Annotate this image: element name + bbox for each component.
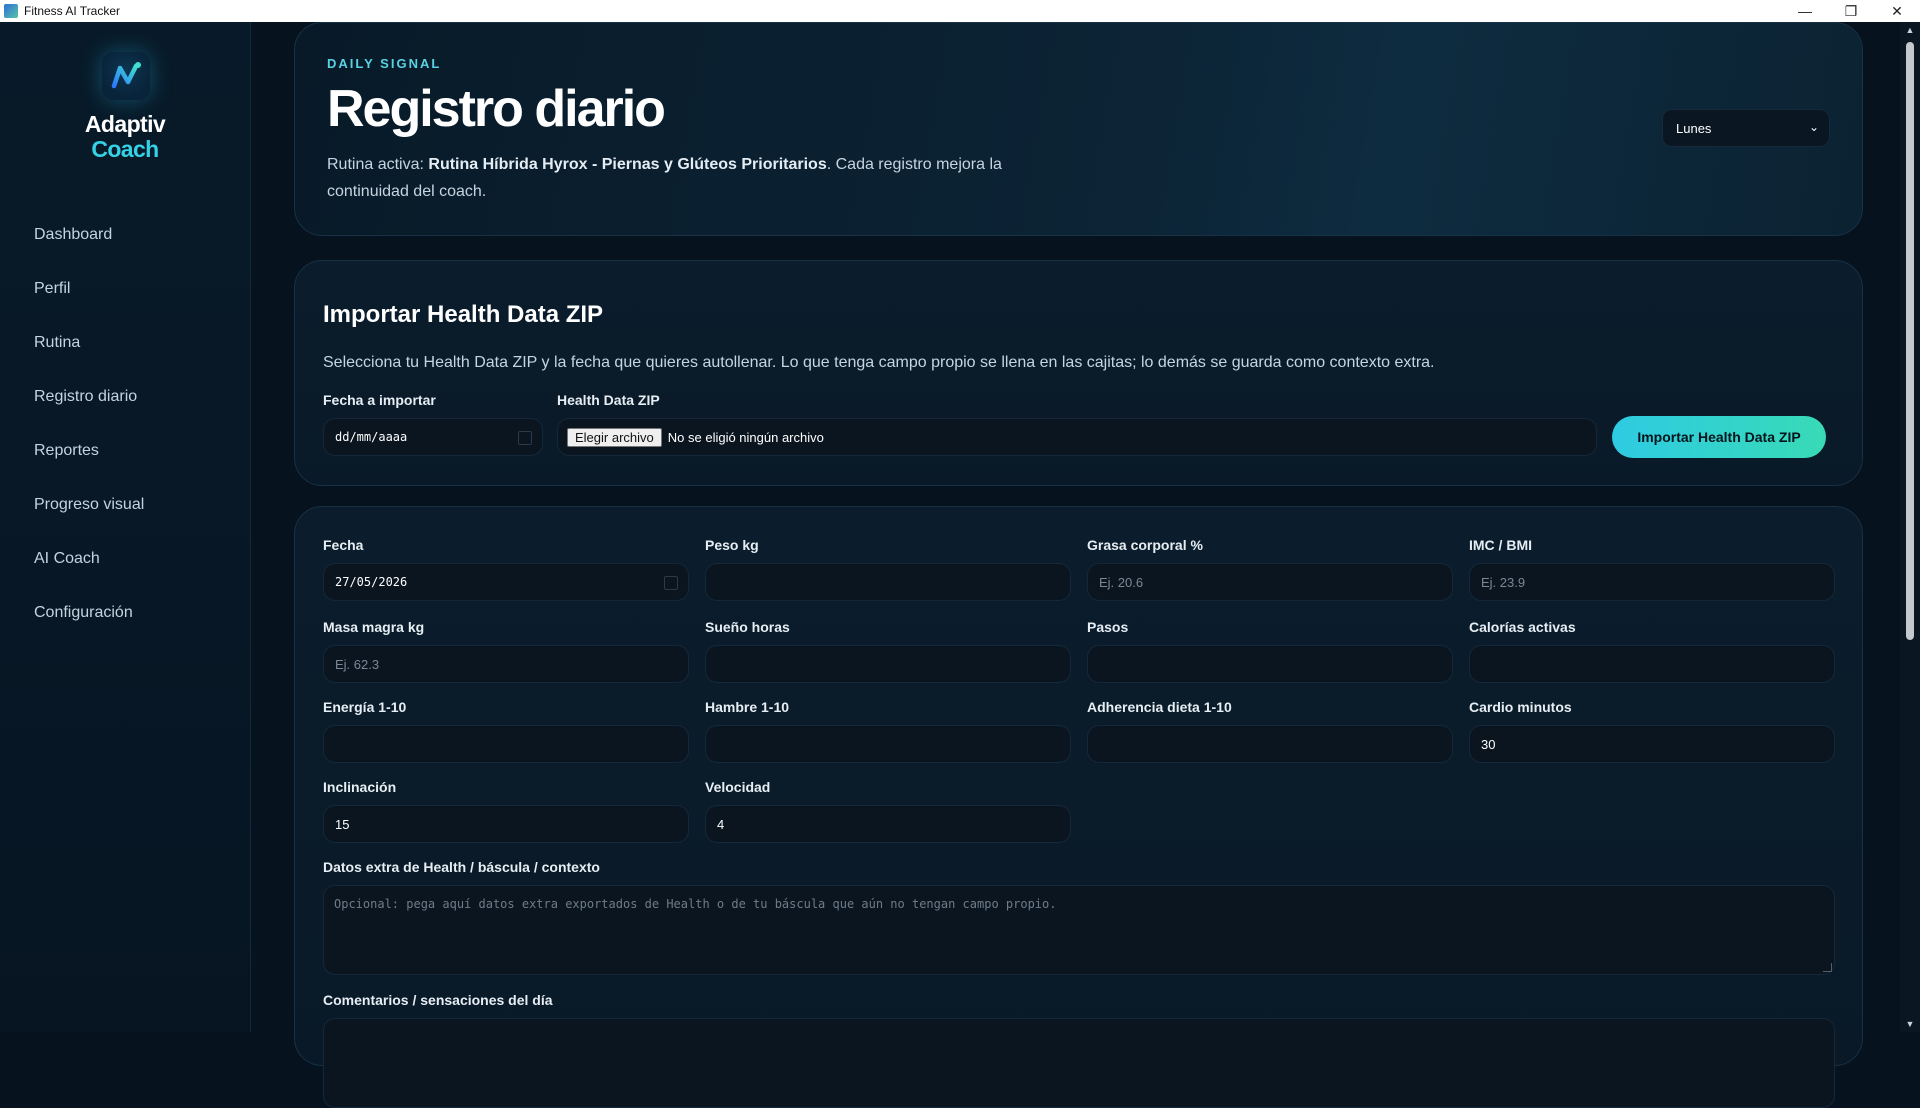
import-date-label: Fecha a importar (323, 392, 436, 408)
peso-label: Peso kg (705, 537, 759, 553)
sidebar-item-rutina[interactable]: Rutina (0, 316, 250, 370)
extra-label: Datos extra de Health / báscula / contex… (323, 859, 600, 875)
sidebar-item-perfil[interactable]: Perfil (0, 262, 250, 316)
daily-log-form: Fecha 27/05/2026 Peso kg Grasa corporal … (294, 506, 1863, 1108)
sidebar-item-ai-coach[interactable]: AI Coach (0, 532, 250, 586)
hero-description: Rutina activa: Rutina Híbrida Hyrox - Pi… (327, 151, 1007, 205)
zip-file-input[interactable]: Elegir archivo No se eligió ningún archi… (557, 418, 1597, 456)
import-zip-button[interactable]: Importar Health Data ZIP (1612, 416, 1826, 458)
grasa-input[interactable]: Ej. 20.6 (1087, 563, 1453, 601)
sueno-label: Sueño horas (705, 619, 790, 635)
page-title: Registro diario (327, 80, 666, 138)
file-status: No se eligió ningún archivo (667, 429, 824, 445)
import-subtitle: Selecciona tu Health Data ZIP y la fecha… (323, 354, 1435, 371)
inclinacion-label: Inclinación (323, 779, 397, 795)
masa-label: Masa magra kg (323, 619, 425, 635)
main-scrollbar[interactable]: ▲ ▼ (1900, 22, 1920, 1032)
comentarios-label: Comentarios / sensaciones del día (323, 992, 553, 1008)
day-select[interactable]: Lunes ⌄ (1662, 109, 1830, 147)
calorias-input[interactable] (1469, 645, 1835, 683)
peso-input[interactable] (705, 563, 1071, 601)
choose-file-button[interactable]: Elegir archivo (567, 427, 662, 447)
import-date-placeholder: dd/mm/aaaa (335, 430, 408, 444)
app-icon (4, 4, 18, 18)
cardio-label: Cardio minutos (1469, 699, 1572, 715)
velocidad-label: Velocidad (705, 779, 771, 795)
adherencia-input[interactable] (1087, 725, 1453, 763)
hero-eyebrow: DAILY SIGNAL (327, 56, 442, 71)
inclinacion-input[interactable]: 15 (323, 805, 689, 843)
fecha-label: Fecha (323, 537, 364, 553)
velocidad-input[interactable]: 4 (705, 805, 1071, 843)
imc-label: IMC / BMI (1469, 537, 1532, 553)
sidebar-nav: Dashboard Perfil Rutina Registro diario … (0, 208, 250, 640)
scroll-up-icon[interactable]: ▲ (1900, 22, 1920, 38)
sidebar: Adaptiv Coach Dashboard Perfil Rutina Re… (0, 22, 251, 1032)
scrollbar-thumb[interactable] (1906, 42, 1914, 640)
sidebar-item-reportes[interactable]: Reportes (0, 424, 250, 478)
adherencia-label: Adherencia dieta 1-10 (1087, 699, 1232, 715)
active-routine: Rutina Híbrida Hyrox - Piernas y Glúteos… (428, 156, 827, 173)
sidebar-item-registro-diario[interactable]: Registro diario (0, 370, 250, 424)
chevron-down-icon: ⌄ (1808, 120, 1819, 134)
resize-handle-icon[interactable] (1823, 963, 1832, 972)
hambre-label: Hambre 1-10 (705, 699, 790, 715)
desc-prefix: Rutina activa: (327, 156, 429, 173)
fecha-input[interactable]: 27/05/2026 (323, 563, 689, 601)
brand-line1: Adaptiv (84, 111, 166, 137)
sidebar-item-dashboard[interactable]: Dashboard (0, 208, 250, 262)
zip-label: Health Data ZIP (557, 392, 660, 408)
scroll-down-icon[interactable]: ▼ (1900, 1016, 1920, 1032)
energia-label: Energía 1-10 (323, 699, 407, 715)
energia-input[interactable] (323, 725, 689, 763)
extra-textarea[interactable]: Opcional: pega aquí datos extra exportad… (323, 885, 1835, 975)
close-icon[interactable]: ✕ (1874, 0, 1920, 22)
hambre-input[interactable] (705, 725, 1071, 763)
pasos-label: Pasos (1087, 619, 1129, 635)
import-date-input[interactable]: dd/mm/aaaa (323, 418, 543, 456)
logo-icon (102, 52, 150, 100)
calendar-icon[interactable] (664, 576, 678, 590)
imc-input[interactable]: Ej. 23.9 (1469, 563, 1835, 601)
cardio-input[interactable]: 30 (1469, 725, 1835, 763)
sueno-input[interactable] (705, 645, 1071, 683)
sidebar-item-progreso-visual[interactable]: Progreso visual (0, 478, 250, 532)
import-card: Importar Health Data ZIP Selecciona tu H… (294, 260, 1863, 486)
window-controls: — ❐ ✕ (1782, 0, 1920, 22)
pasos-input[interactable] (1087, 645, 1453, 683)
hero-card: DAILY SIGNAL Registro diario Rutina acti… (294, 22, 1863, 236)
restore-icon[interactable]: ❐ (1828, 0, 1874, 22)
grasa-label: Grasa corporal % (1087, 537, 1203, 553)
window-title: Fitness AI Tracker (24, 4, 121, 18)
masa-input[interactable]: Ej. 62.3 (323, 645, 689, 683)
minimize-icon[interactable]: — (1782, 0, 1828, 22)
import-title: Importar Health Data ZIP (323, 301, 604, 328)
extra-placeholder: Opcional: pega aquí datos extra exportad… (334, 897, 1057, 911)
day-select-value: Lunes (1676, 120, 1712, 136)
calendar-icon[interactable] (518, 431, 532, 445)
calorias-label: Calorías activas (1469, 619, 1576, 635)
brand-logo: Adaptiv Coach (0, 112, 250, 162)
brand-line2: Coach (91, 136, 159, 162)
fecha-value: 27/05/2026 (335, 575, 408, 589)
window-titlebar: Fitness AI Tracker — ❐ ✕ (0, 0, 1920, 22)
sidebar-item-configuracion[interactable]: Configuración (0, 586, 250, 640)
